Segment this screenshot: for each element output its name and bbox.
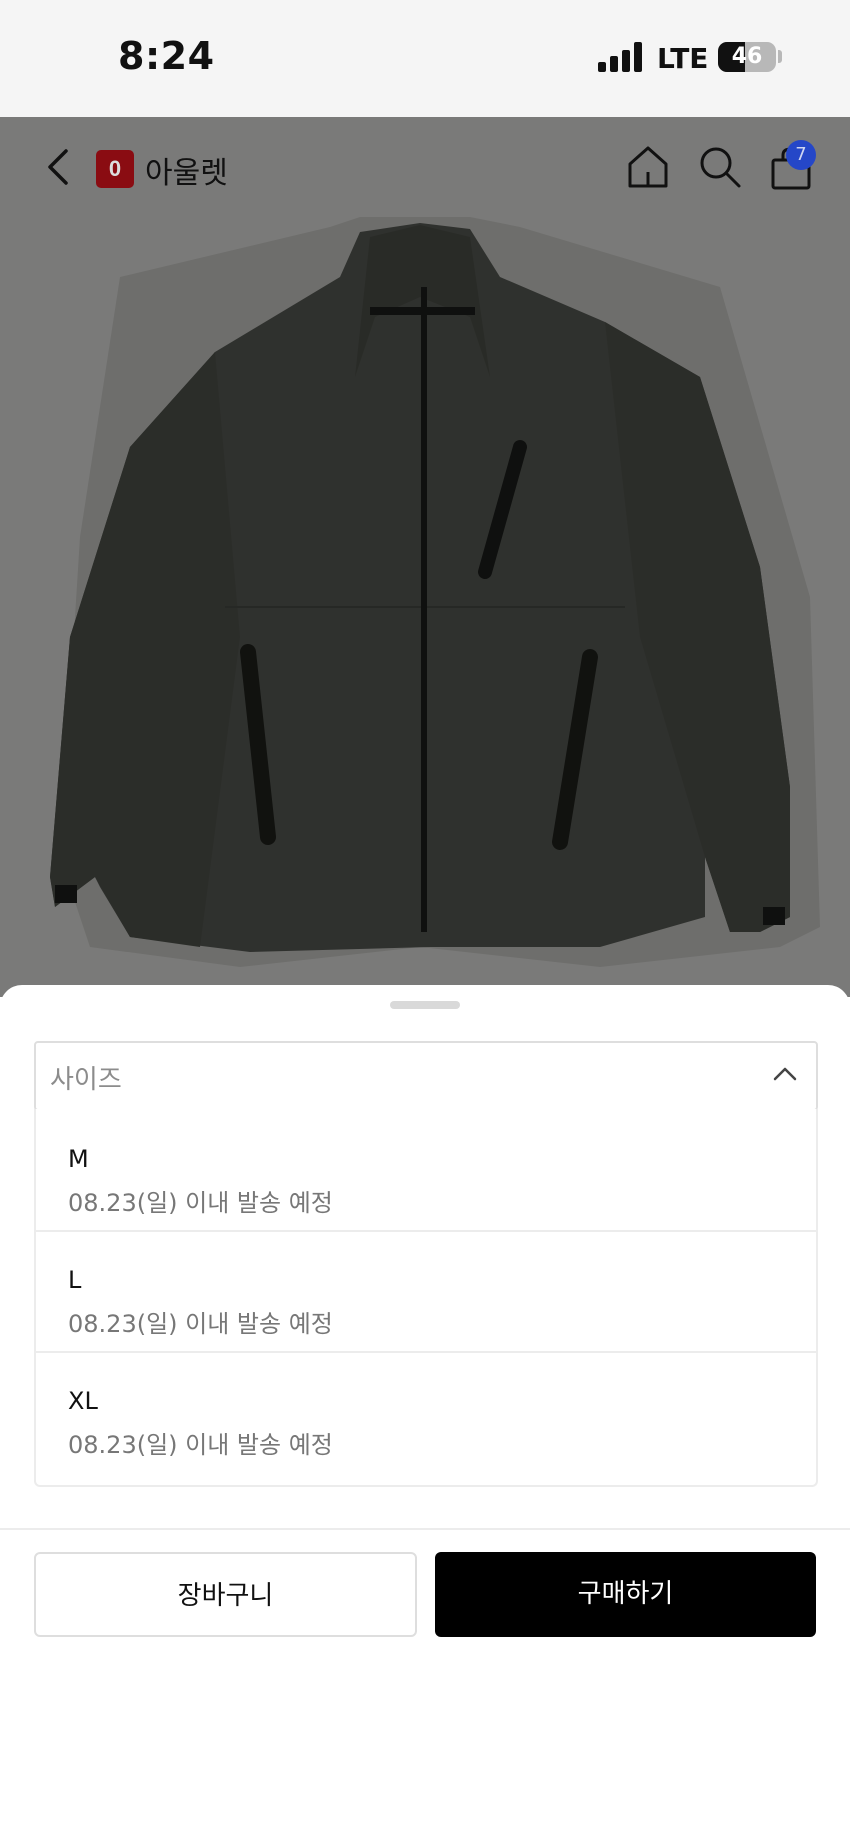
- cart-count-badge: 7: [786, 140, 816, 170]
- add-to-cart-button[interactable]: 장바구니: [34, 1552, 417, 1637]
- buy-now-button[interactable]: 구매하기: [435, 1552, 816, 1637]
- size-select[interactable]: 사이즈: [34, 1041, 818, 1111]
- option-size-label: L: [68, 1266, 82, 1294]
- divider: [0, 1528, 850, 1530]
- option-shipping-text: 08.23(일) 이내 발송 예정: [68, 1431, 333, 1459]
- battery-percent: 46: [731, 44, 763, 69]
- battery-icon: 46: [718, 42, 776, 72]
- option-size-label: XL: [68, 1387, 98, 1415]
- product-image-area[interactable]: [0, 117, 850, 997]
- brand-name[interactable]: 아울렛: [145, 148, 228, 192]
- status-bar: 8:24 LTE 46: [0, 0, 850, 117]
- battery-cap: [778, 50, 782, 63]
- network-type: LTE: [657, 42, 709, 75]
- search-icon[interactable]: [697, 144, 743, 190]
- option-shipping-text: 08.23(일) 이내 발송 예정: [68, 1310, 333, 1338]
- option-shipping-text: 08.23(일) 이내 발송 예정: [68, 1189, 333, 1217]
- back-button[interactable]: [40, 143, 76, 191]
- sheet-handle[interactable]: [390, 1001, 460, 1009]
- size-option-xl[interactable]: XL 08.23(일) 이내 발송 예정: [36, 1351, 816, 1472]
- option-size-label: M: [68, 1145, 89, 1173]
- size-option-l[interactable]: L 08.23(일) 이내 발송 예정: [36, 1230, 816, 1353]
- brand-logo[interactable]: 0: [96, 150, 134, 188]
- dim-overlay[interactable]: [0, 117, 850, 997]
- size-option-list: M 08.23(일) 이내 발송 예정 L 08.23(일) 이내 발송 예정 …: [34, 1109, 818, 1487]
- option-bottom-sheet: 사이즈 M 08.23(일) 이내 발송 예정 L 08.23(일) 이내 발송…: [0, 985, 850, 1842]
- size-select-label: 사이즈: [50, 1065, 122, 1095]
- home-icon[interactable]: [626, 144, 670, 190]
- chevron-up-icon: [773, 1067, 797, 1081]
- status-time: 8:24: [118, 34, 215, 78]
- signal-icon: [598, 42, 644, 72]
- size-option-m[interactable]: M 08.23(일) 이내 발송 예정: [36, 1109, 816, 1232]
